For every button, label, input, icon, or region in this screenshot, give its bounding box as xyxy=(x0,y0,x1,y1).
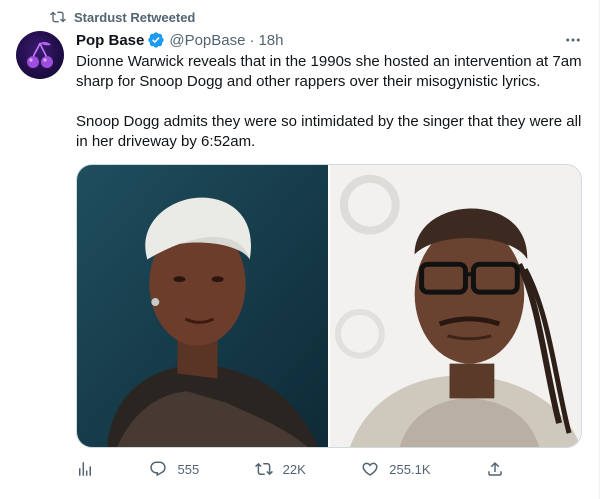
photo-man-illustration xyxy=(330,165,581,447)
author-name[interactable]: Pop Base xyxy=(76,32,144,49)
avatar[interactable] xyxy=(16,31,64,79)
retweet-count: 22K xyxy=(282,461,306,477)
retweet-button[interactable]: 22K xyxy=(254,460,306,478)
timestamp[interactable]: 18h xyxy=(258,32,283,49)
cherry-icon xyxy=(27,41,53,68)
like-button[interactable]: 255.1K xyxy=(361,460,431,478)
more-options-button[interactable] xyxy=(563,30,583,50)
reply-icon xyxy=(150,461,167,477)
media-photo-1[interactable] xyxy=(77,165,328,447)
tweet-card[interactable]: Stardust Retweeted Pop Base @PopBase · 1… xyxy=(0,0,600,499)
retweet-action-icon xyxy=(254,462,273,476)
like-count: 255.1K xyxy=(389,461,431,477)
analytics-icon xyxy=(79,462,91,476)
tweet-paragraph-1: Dionne Warwick reveals that in the 1990s… xyxy=(76,53,582,90)
reply-button[interactable]: 555 xyxy=(149,460,199,478)
heart-icon xyxy=(362,462,378,476)
media-photo-2[interactable] xyxy=(330,165,581,447)
analytics-button[interactable] xyxy=(76,460,94,478)
tweet-header: Pop Base @PopBase · 18h xyxy=(76,30,583,50)
more-icon xyxy=(566,38,580,42)
retweet-label: Stardust Retweeted xyxy=(74,9,196,25)
tweet-paragraph-2: Snoop Dogg admits they were so intimidat… xyxy=(76,113,582,150)
share-icon xyxy=(488,461,502,476)
separator-dot: · xyxy=(249,31,255,49)
retweet-icon xyxy=(50,11,66,23)
media-grid xyxy=(76,164,582,448)
reply-count: 555 xyxy=(177,461,200,477)
retweet-context[interactable]: Stardust Retweeted xyxy=(50,8,195,26)
verified-badge-icon xyxy=(148,32,165,48)
tweet-text: Dionne Warwick reveals that in the 1990s… xyxy=(76,52,592,152)
share-button[interactable] xyxy=(486,460,504,478)
photo-woman-illustration xyxy=(77,165,328,447)
author-handle[interactable]: @PopBase xyxy=(169,32,245,49)
tweet-actions: 555 22K 255.1K xyxy=(76,458,504,480)
